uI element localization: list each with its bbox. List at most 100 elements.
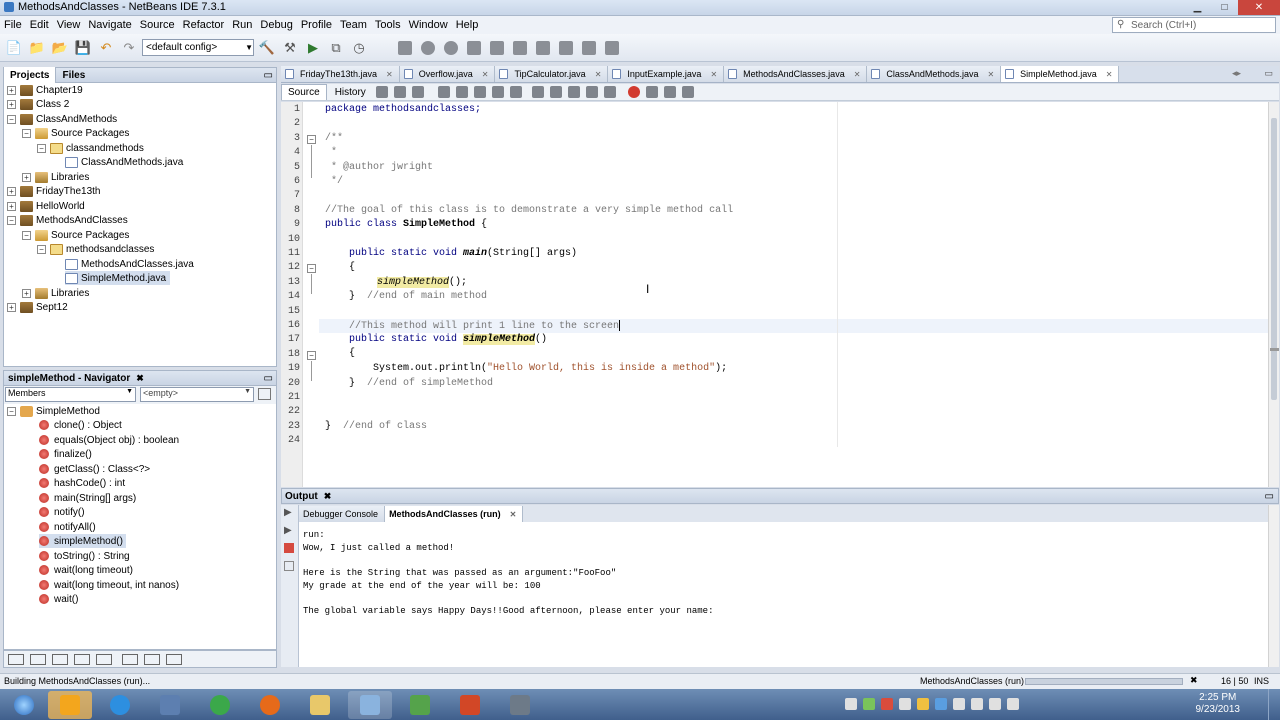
- close-tab-icon[interactable]: ✕: [595, 70, 602, 79]
- collapse-icon[interactable]: −: [37, 143, 46, 153]
- filter-icon[interactable]: [30, 653, 46, 665]
- menu-file[interactable]: File: [0, 19, 26, 31]
- editor-scrollbar[interactable]: [1268, 102, 1279, 487]
- new-project-icon[interactable]: 📁: [27, 38, 47, 58]
- tray-icon[interactable]: [935, 698, 947, 710]
- tree-node[interactable]: − Source Packages: [22, 126, 129, 140]
- tree-node[interactable]: − ClassAndMethods: [7, 112, 117, 126]
- tree-node[interactable]: + FridayThe13th: [7, 184, 100, 198]
- filter-icon[interactable]: [166, 653, 182, 665]
- tree-node[interactable]: + Sept12: [7, 300, 68, 314]
- volume-icon[interactable]: [989, 698, 1001, 710]
- filter-icon[interactable]: [144, 653, 160, 665]
- tree-node-selected[interactable]: SimpleMethod.java: [65, 271, 171, 285]
- collapse-icon[interactable]: −: [7, 215, 16, 225]
- close-button[interactable]: ✕: [1238, 0, 1280, 15]
- expand-icon[interactable]: +: [22, 172, 31, 182]
- shift-left-icon[interactable]: [585, 86, 598, 98]
- tab-debugger-console[interactable]: Debugger Console: [299, 506, 386, 522]
- collapse-icon[interactable]: −: [37, 244, 46, 254]
- expand-icon[interactable]: +: [7, 201, 16, 211]
- step-over-icon[interactable]: [464, 38, 484, 58]
- toggle-rectangular-selection-icon[interactable]: [509, 86, 522, 98]
- build-icon[interactable]: 🔨: [257, 38, 277, 58]
- taskbar-app[interactable]: [498, 691, 542, 719]
- clear-icon[interactable]: [284, 561, 294, 571]
- cancel-task-icon[interactable]: ✖: [1190, 675, 1198, 686]
- menu-debug[interactable]: Debug: [256, 19, 296, 31]
- menu-run[interactable]: Run: [228, 19, 256, 31]
- member-item[interactable]: clone() : Object: [39, 418, 122, 432]
- member-item[interactable]: notify(): [39, 505, 85, 519]
- undo-icon[interactable]: ↶: [96, 38, 116, 58]
- restore-window-icon[interactable]: ▭: [1264, 68, 1273, 79]
- forward-icon[interactable]: [411, 86, 424, 98]
- collapse-icon[interactable]: −: [7, 406, 16, 416]
- close-tab-icon[interactable]: ✕: [710, 70, 717, 79]
- scrollbar-thumb[interactable]: [1271, 118, 1277, 400]
- tray-icon[interactable]: [863, 698, 875, 710]
- debug-icon[interactable]: ⧉: [326, 38, 346, 58]
- run-to-cursor-icon[interactable]: [533, 38, 553, 58]
- fold-icon[interactable]: −: [307, 135, 316, 144]
- scroll-tabs-left-icon[interactable]: ◂▸: [1232, 68, 1241, 79]
- menu-edit[interactable]: Edit: [26, 19, 53, 31]
- tab-history[interactable]: History: [329, 84, 372, 100]
- member-item[interactable]: hashCode() : int: [39, 476, 125, 490]
- menu-navigate[interactable]: Navigate: [84, 19, 135, 31]
- member-item[interactable]: wait(): [39, 592, 78, 606]
- rerun-icon[interactable]: ▶: [284, 507, 292, 518]
- menu-window[interactable]: Window: [405, 19, 452, 31]
- tab-files[interactable]: Files: [56, 67, 91, 83]
- toggle-highlight-icon[interactable]: [491, 86, 504, 98]
- maximize-button[interactable]: □: [1211, 0, 1238, 15]
- filter-icon[interactable]: [8, 653, 24, 665]
- step-out-icon[interactable]: [510, 38, 530, 58]
- taskbar-app[interactable]: [98, 691, 142, 719]
- uncomment-icon[interactable]: [681, 86, 694, 98]
- member-item[interactable]: finalize(): [39, 447, 92, 461]
- tree-node[interactable]: + Chapter19: [7, 83, 83, 97]
- collapse-icon[interactable]: −: [22, 230, 31, 240]
- member-item-selected[interactable]: simpleMethod(): [39, 534, 126, 548]
- output-scrollbar[interactable]: [1268, 505, 1279, 667]
- filter-icon[interactable]: [96, 653, 112, 665]
- start-button[interactable]: [2, 691, 46, 719]
- status-task[interactable]: MethodsAndClasses (run): [920, 676, 1024, 686]
- close-icon[interactable]: ✖: [324, 491, 332, 502]
- tree-node[interactable]: ClassAndMethods.java: [65, 155, 183, 169]
- minimize-panel-icon[interactable]: ▭: [1265, 491, 1274, 502]
- filter-icon[interactable]: [52, 653, 68, 665]
- stop-icon[interactable]: [441, 38, 461, 58]
- start-macro-icon[interactable]: [627, 86, 640, 98]
- menu-team[interactable]: Team: [336, 19, 371, 31]
- member-item[interactable]: main(String[] args): [39, 491, 136, 505]
- clean-build-icon[interactable]: ⚒: [280, 38, 300, 58]
- tree-node[interactable]: + Libraries: [22, 286, 89, 300]
- expand-icon[interactable]: +: [7, 99, 16, 109]
- member-item[interactable]: wait(long timeout, int nanos): [39, 578, 179, 592]
- fold-icon[interactable]: −: [307, 264, 316, 273]
- filter-icon[interactable]: [122, 653, 138, 665]
- members-select[interactable]: Members ▼: [5, 387, 136, 402]
- tree-node[interactable]: − MethodsAndClasses: [7, 213, 128, 227]
- toggle-bookmark-icon[interactable]: [567, 86, 580, 98]
- member-item[interactable]: equals(Object obj) : boolean: [39, 433, 179, 447]
- redo-icon[interactable]: ↷: [119, 38, 139, 58]
- taskbar-app[interactable]: [298, 691, 342, 719]
- editor-tab[interactable]: FridayThe13th.java ✕: [281, 66, 400, 82]
- menu-profile[interactable]: Profile: [297, 19, 336, 31]
- profiler-icon[interactable]: [602, 38, 622, 58]
- collapse-icon[interactable]: −: [22, 128, 31, 138]
- tree-node[interactable]: + Libraries: [22, 170, 89, 184]
- previous-bookmark-icon[interactable]: [531, 86, 544, 98]
- shift-right-icon[interactable]: [603, 86, 616, 98]
- new-file-icon[interactable]: 📄: [4, 38, 24, 58]
- last-edit-icon[interactable]: [375, 86, 388, 98]
- close-icon[interactable]: ✖: [136, 373, 144, 384]
- taskbar-app[interactable]: [48, 691, 92, 719]
- close-tab-icon[interactable]: ✕: [854, 70, 861, 79]
- editor-tab-active[interactable]: SimpleMethod.java ✕: [1001, 66, 1120, 82]
- minimize-button[interactable]: ▁: [1184, 0, 1211, 15]
- member-item[interactable]: wait(long timeout): [39, 563, 133, 577]
